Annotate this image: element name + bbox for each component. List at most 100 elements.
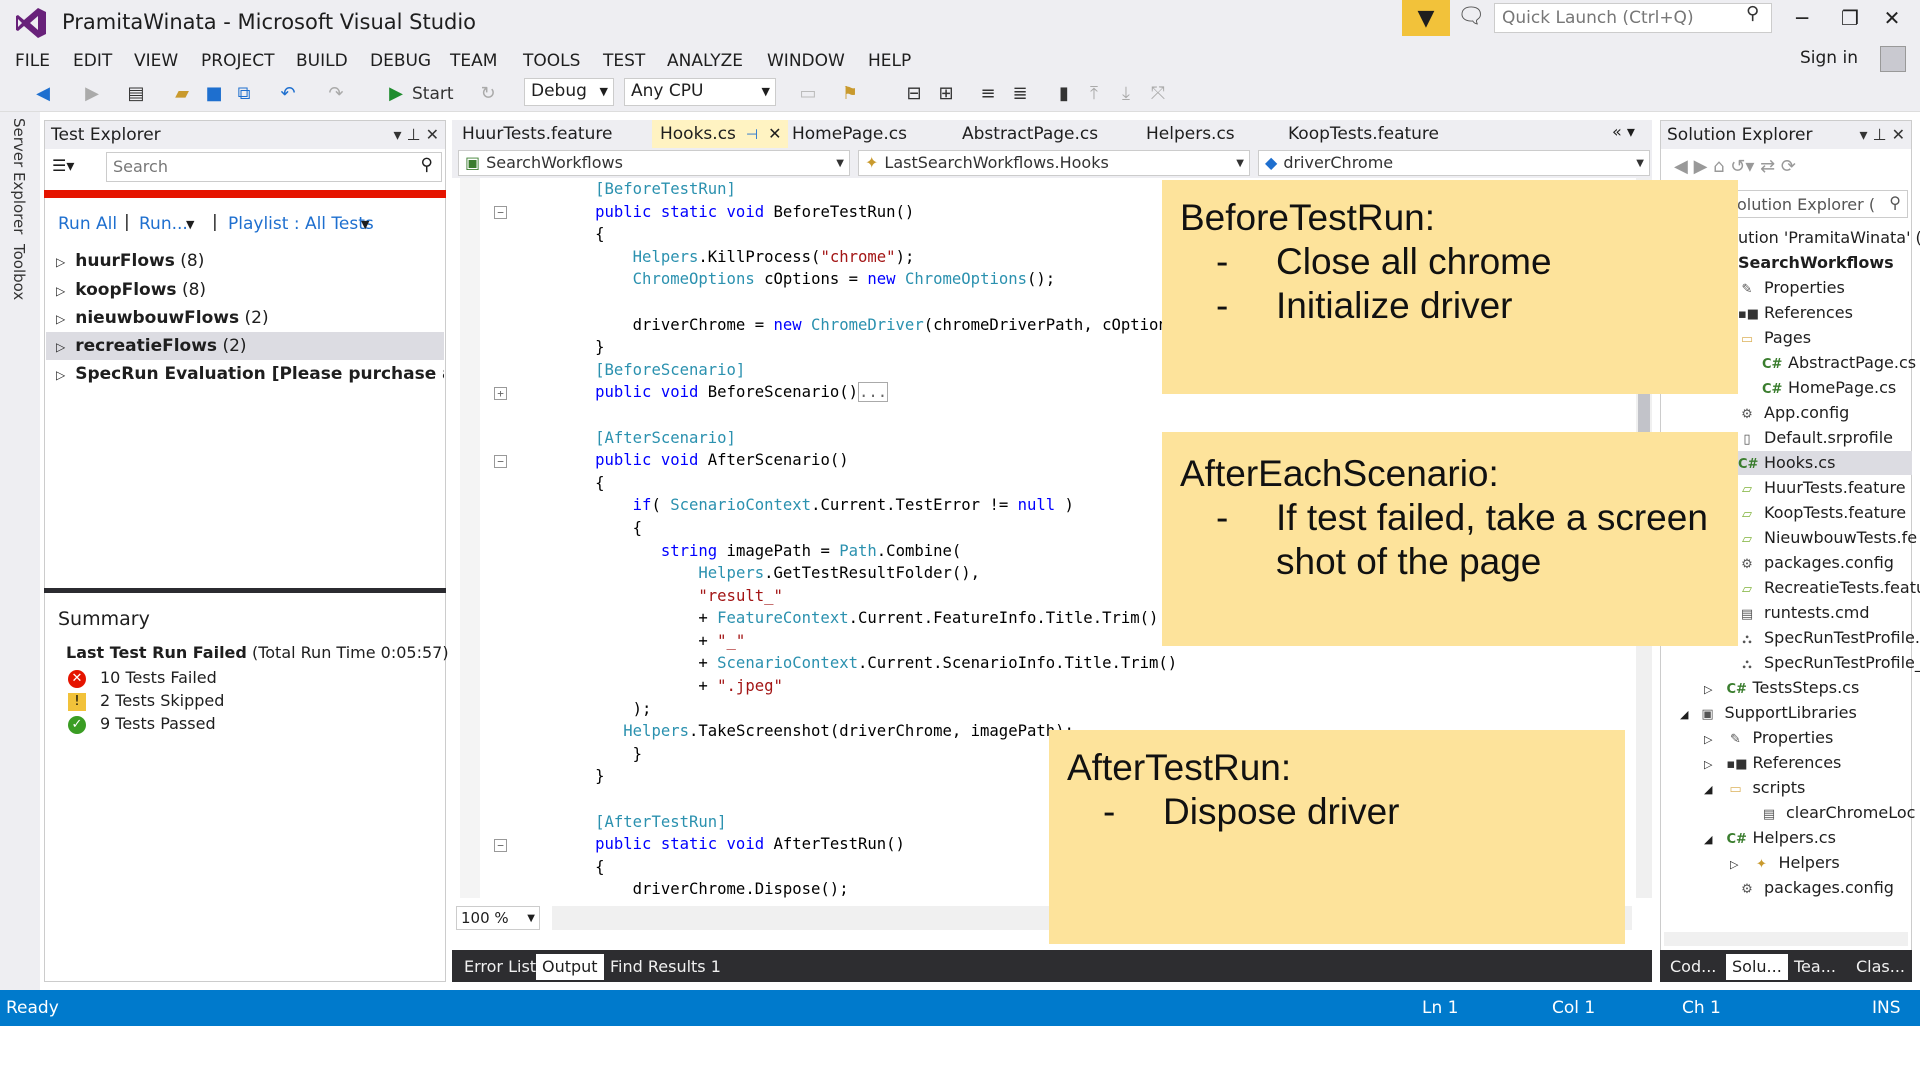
bookmark-list-icon[interactable]: ⊞: [934, 80, 958, 108]
new-project-icon[interactable]: ▤: [124, 80, 148, 108]
test-group[interactable]: ▷ nieuwbouwFlows (2): [56, 308, 269, 328]
tree-item[interactable]: ▭ Pages: [1738, 328, 1811, 347]
server-explorer-tab[interactable]: Server Explorer: [10, 118, 28, 234]
run-menu-link[interactable]: Run...: [139, 214, 188, 234]
panel-controls-icon[interactable]: ▾ ⊥ ✕: [393, 121, 439, 149]
panel-controls-icon[interactable]: ▾ ⊥ ✕: [1859, 121, 1905, 149]
configuration-select[interactable]: Debug ▼: [524, 78, 614, 106]
tree-item[interactable]: ▱ RecreatieTests.featu: [1738, 578, 1920, 597]
menu-team[interactable]: TEAM: [450, 46, 497, 76]
platform-select[interactable]: Any CPU ▼: [624, 78, 776, 106]
tab-overflow-icon[interactable]: « ▾: [1612, 122, 1635, 141]
save-icon[interactable]: ■: [202, 80, 226, 108]
quick-launch-input[interactable]: Quick Launch (Ctrl+Q): [1494, 3, 1772, 33]
zoom-select[interactable]: 100 % ▼: [456, 906, 540, 930]
expand-arrow-icon[interactable]: ▷: [56, 368, 65, 382]
pin-icon[interactable]: ⊣: [746, 127, 758, 143]
menu-tools[interactable]: TOOLS: [523, 46, 580, 76]
collapse-arrow-icon[interactable]: ◢: [1680, 708, 1688, 721]
minimize-icon[interactable]: ─: [1782, 6, 1822, 36]
project-node[interactable]: ◢ ▣ SupportLibraries: [1680, 703, 1857, 722]
sign-in-link[interactable]: Sign in: [1800, 48, 1858, 68]
tab-hooks-cs[interactable]: Hooks.cs ⊣ ✕: [652, 120, 788, 148]
save-all-icon[interactable]: ⧉: [232, 80, 256, 108]
redo-icon[interactable]: ↷: [324, 80, 348, 108]
toolbox-tab[interactable]: Toolbox: [10, 244, 28, 300]
find-icon[interactable]: ▭: [796, 80, 820, 108]
tree-item[interactable]: ▷ C# TestsSteps.cs: [1704, 678, 1859, 697]
collapse-icon[interactable]: −: [494, 455, 507, 468]
avatar[interactable]: [1880, 46, 1906, 72]
tree-item[interactable]: ✎ Properties: [1738, 278, 1845, 297]
start-icon[interactable]: ▶: [386, 80, 406, 108]
tree-item[interactable]: ⚙ packages.config: [1738, 878, 1894, 897]
next-bookmark-icon[interactable]: ⤓: [1114, 80, 1138, 108]
solution-config-icon[interactable]: ⚑: [838, 80, 862, 108]
solution-toolbar-icons[interactable]: ◀ ▶ ⌂ ↺▾ ⇄ ⟳: [1674, 156, 1796, 177]
expand-icon[interactable]: +: [494, 387, 507, 400]
tab-team-explorer[interactable]: Tea...: [1788, 954, 1842, 980]
tab-solution-explorer[interactable]: Solu...: [1726, 954, 1788, 980]
test-group[interactable]: ▷ koopFlows (8): [56, 280, 206, 300]
tree-item[interactable]: ⚙ App.config: [1738, 403, 1849, 422]
expand-arrow-icon[interactable]: ▷: [56, 312, 65, 326]
playlist-link[interactable]: Playlist : All Tests: [228, 214, 374, 234]
tree-item[interactable]: ⚙ packages.config: [1738, 553, 1894, 572]
prev-bookmark-icon[interactable]: ⤒: [1082, 80, 1106, 108]
expand-arrow-icon[interactable]: ▷: [1704, 758, 1712, 771]
collapse-icon[interactable]: −: [494, 206, 507, 219]
tree-item[interactable]: ◢ C# Helpers.cs: [1704, 828, 1836, 847]
bookmark-icon[interactable]: ▮: [1052, 80, 1076, 108]
menu-analyze[interactable]: ANALYZE: [667, 46, 743, 76]
collapse-arrow-icon[interactable]: ◢: [1704, 783, 1712, 796]
navigate-forward-icon[interactable]: ▶: [80, 80, 104, 108]
tree-item[interactable]: ◢ ▭ scripts: [1704, 778, 1805, 797]
tree-item[interactable]: ▪■ References: [1738, 303, 1853, 322]
tree-item[interactable]: ▷ ▪■ References: [1704, 753, 1841, 772]
tree-item[interactable]: ⛬ SpecRunTestProfile.: [1738, 628, 1920, 647]
tab-error-list[interactable]: Error List: [458, 954, 542, 980]
menu-view[interactable]: VIEW: [134, 46, 178, 76]
tree-item[interactable]: ▱ NieuwbouwTests.fe: [1738, 528, 1917, 547]
project-select[interactable]: ▣ SearchWorkflows ▼: [458, 150, 850, 176]
menu-file[interactable]: FILE: [15, 46, 50, 76]
menu-help[interactable]: HELP: [868, 46, 911, 76]
solution-horizontal-scrollbar[interactable]: [1664, 932, 1908, 946]
summary-splitter[interactable]: [44, 588, 446, 593]
indent-icon[interactable]: ≣: [1008, 80, 1032, 108]
test-group[interactable]: ▷ huurFlows (8): [56, 251, 204, 271]
tab-homepage-cs[interactable]: HomePage.cs: [784, 120, 915, 148]
tree-item[interactable]: ⛬ SpecRunTestProfile_: [1738, 653, 1920, 672]
expand-arrow-icon[interactable]: ▷: [56, 340, 65, 354]
tab-helpers-cs[interactable]: Helpers.cs: [1138, 120, 1243, 148]
tree-item[interactable]: ▤ runtests.cmd: [1738, 603, 1870, 622]
test-group-selected[interactable]: ▷ recreatieFlows (2): [56, 336, 247, 356]
tree-item[interactable]: ▤ clearChromeLoc: [1760, 803, 1916, 822]
menu-edit[interactable]: EDIT: [73, 46, 112, 76]
refresh-icon[interactable]: ↻: [476, 80, 500, 108]
tree-item[interactable]: ▱ KoopTests.feature: [1738, 503, 1906, 522]
search-icon[interactable]: ⚲: [1746, 3, 1759, 24]
tab-kooptests-feature[interactable]: KoopTests.feature: [1280, 120, 1447, 148]
tree-item[interactable]: ▯ Default.srprofile: [1738, 428, 1893, 447]
expand-arrow-icon[interactable]: ▷: [56, 284, 65, 298]
menu-test[interactable]: TEST: [603, 46, 645, 76]
tree-item[interactable]: ▷ ✦ Helpers: [1730, 853, 1840, 872]
expand-arrow-icon[interactable]: ▷: [1730, 858, 1738, 871]
test-group[interactable]: ▷ SpecRun Evaluation [Please purchase at …: [56, 364, 444, 384]
undo-icon[interactable]: ↶: [276, 80, 300, 108]
tab-class-view[interactable]: Clas...: [1850, 954, 1911, 980]
group-by-icon[interactable]: ☰▾: [52, 156, 74, 175]
clear-bookmarks-icon[interactable]: ⤧: [1146, 80, 1170, 108]
close-icon[interactable]: ✕: [1872, 6, 1912, 36]
failed-count[interactable]: ✕ 10 Tests Failed: [68, 668, 217, 688]
collapse-icon[interactable]: −: [494, 839, 507, 852]
skipped-count[interactable]: ! 2 Tests Skipped: [68, 691, 224, 711]
member-select[interactable]: ◆ driverChrome ▼: [1258, 150, 1650, 176]
tab-abstractpage-cs[interactable]: AbstractPage.cs: [954, 120, 1106, 148]
passed-count[interactable]: ✓ 9 Tests Passed: [68, 714, 216, 734]
close-icon[interactable]: ✕: [768, 124, 781, 143]
tab-output[interactable]: Output: [536, 954, 604, 980]
restore-icon[interactable]: ❐: [1830, 6, 1870, 36]
filter-icon[interactable]: ▼: [1402, 0, 1450, 36]
